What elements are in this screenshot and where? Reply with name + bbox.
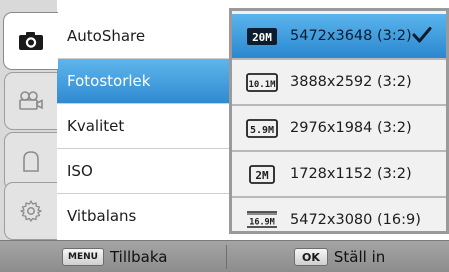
size-option-5m[interactable]: 5.9M 2976x1984 (3:2) (232, 106, 446, 150)
tab-photo[interactable] (3, 12, 58, 70)
settings-list: AutoShare Fotostorlek Kvalitet ISO Vitba… (57, 0, 233, 240)
menu-item-label: Fotostorlek (67, 72, 151, 90)
menu-item-iso[interactable]: ISO (57, 149, 233, 193)
menu-item-fotostorlek[interactable]: Fotostorlek (57, 59, 233, 103)
set-label: Ställ in (333, 248, 386, 266)
ok-key-icon: OK (294, 248, 328, 266)
size-10m-icon: 10.1M (246, 72, 278, 93)
svg-text:10.1M: 10.1M (248, 80, 276, 90)
video-camera-icon (18, 91, 44, 111)
menu-key-icon: MENU (62, 248, 104, 266)
back-label: Tillbaka (109, 248, 168, 266)
menu-item-label: ISO (67, 162, 93, 180)
svg-text:5.9M: 5.9M (250, 125, 274, 136)
person-icon (19, 149, 43, 173)
set-button[interactable]: OK Ställ in (294, 245, 385, 269)
back-button[interactable]: MENU Tillbaka (62, 245, 168, 269)
bottom-bar: MENU Tillbaka OK Ställ in (0, 240, 449, 272)
menu-item-label: Vitbalans (67, 207, 137, 225)
gear-icon (19, 199, 43, 223)
bottom-divider (226, 245, 227, 269)
checkmark-icon (412, 26, 432, 44)
size-option-20m[interactable]: 20M 5472x3648 (3:2) (232, 14, 446, 58)
menu-item-kvalitet[interactable]: Kvalitet (57, 104, 233, 148)
size-option-label: 5472x3648 (3:2) (290, 28, 412, 44)
svg-text:16.9M: 16.9M (249, 217, 275, 227)
size-option-2m[interactable]: 2M 1728x1152 (3:2) (232, 152, 446, 196)
size-option-10m[interactable]: 10.1M 3888x2592 (3:2) (232, 60, 446, 104)
tab-video[interactable] (4, 72, 57, 130)
size-2m-icon: 2M (246, 164, 278, 185)
size-option-label: 3888x2592 (3:2) (290, 74, 412, 90)
camera-icon (18, 31, 44, 51)
menu-item-label: AutoShare (67, 27, 146, 45)
photo-size-dropdown: 20M 5472x3648 (3:2) 10.1M 3888x2592 (3:2… (229, 8, 449, 234)
size-option-label: 2976x1984 (3:2) (290, 120, 412, 136)
size-option-16m-wide[interactable]: 16.9M 5472x3080 (16:9) (232, 198, 446, 242)
tab-settings[interactable] (4, 182, 57, 240)
menu-item-vitbalans[interactable]: Vitbalans (57, 194, 233, 238)
size-option-label: 1728x1152 (3:2) (290, 166, 412, 182)
size-16m-wide-icon: 16.9M (246, 210, 278, 231)
menu-item-autoshare[interactable]: AutoShare (57, 14, 233, 58)
size-option-label: 5472x3080 (16:9) (290, 212, 421, 228)
svg-text:20M: 20M (252, 31, 272, 44)
menu-item-label: Kvalitet (67, 117, 125, 135)
category-tabs (0, 0, 58, 240)
camera-settings-screen: AutoShare Fotostorlek Kvalitet ISO Vitba… (0, 0, 449, 272)
size-20m-icon: 20M (246, 26, 278, 47)
svg-text:2M: 2M (255, 169, 269, 182)
size-5m-icon: 5.9M (246, 118, 278, 139)
